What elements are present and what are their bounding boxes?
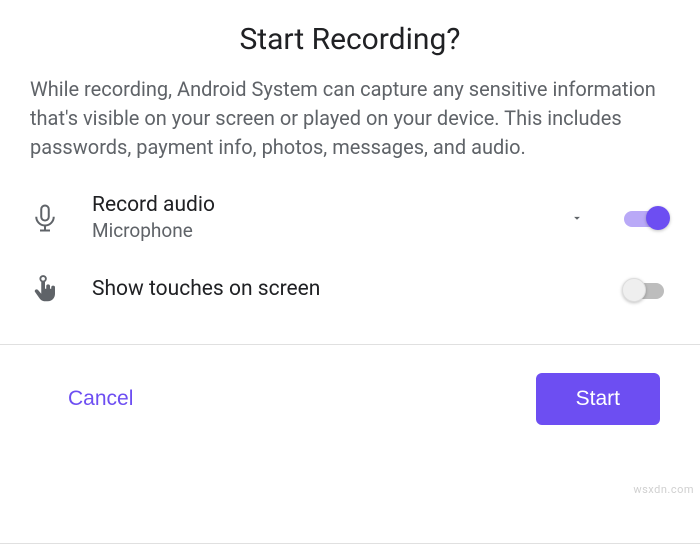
dialog-actions: Cancel Start [0, 345, 700, 453]
option-subtitle: Microphone [92, 219, 557, 244]
option-record-audio[interactable]: Record audio Microphone [30, 182, 670, 254]
chevron-down-icon[interactable] [557, 211, 597, 225]
start-button[interactable]: Start [536, 373, 660, 425]
option-show-touches[interactable]: Show touches on screen [30, 254, 670, 326]
microphone-icon [30, 203, 92, 233]
show-touches-toggle[interactable] [622, 276, 670, 304]
dialog-title: Start Recording? [0, 0, 700, 75]
option-text: Record audio Microphone [92, 192, 557, 244]
option-title: Show touches on screen [92, 276, 622, 303]
record-audio-toggle[interactable] [622, 204, 670, 232]
option-text: Show touches on screen [92, 276, 622, 303]
dialog-description: While recording, Android System can capt… [30, 75, 670, 182]
option-title: Record audio [92, 192, 557, 219]
watermark: wsxdn.com [633, 483, 694, 496]
dialog-body: While recording, Android System can capt… [0, 75, 700, 326]
recording-dialog: Start Recording? While recording, Androi… [0, 0, 700, 453]
touch-icon [30, 275, 92, 305]
cancel-button[interactable]: Cancel [60, 377, 141, 421]
